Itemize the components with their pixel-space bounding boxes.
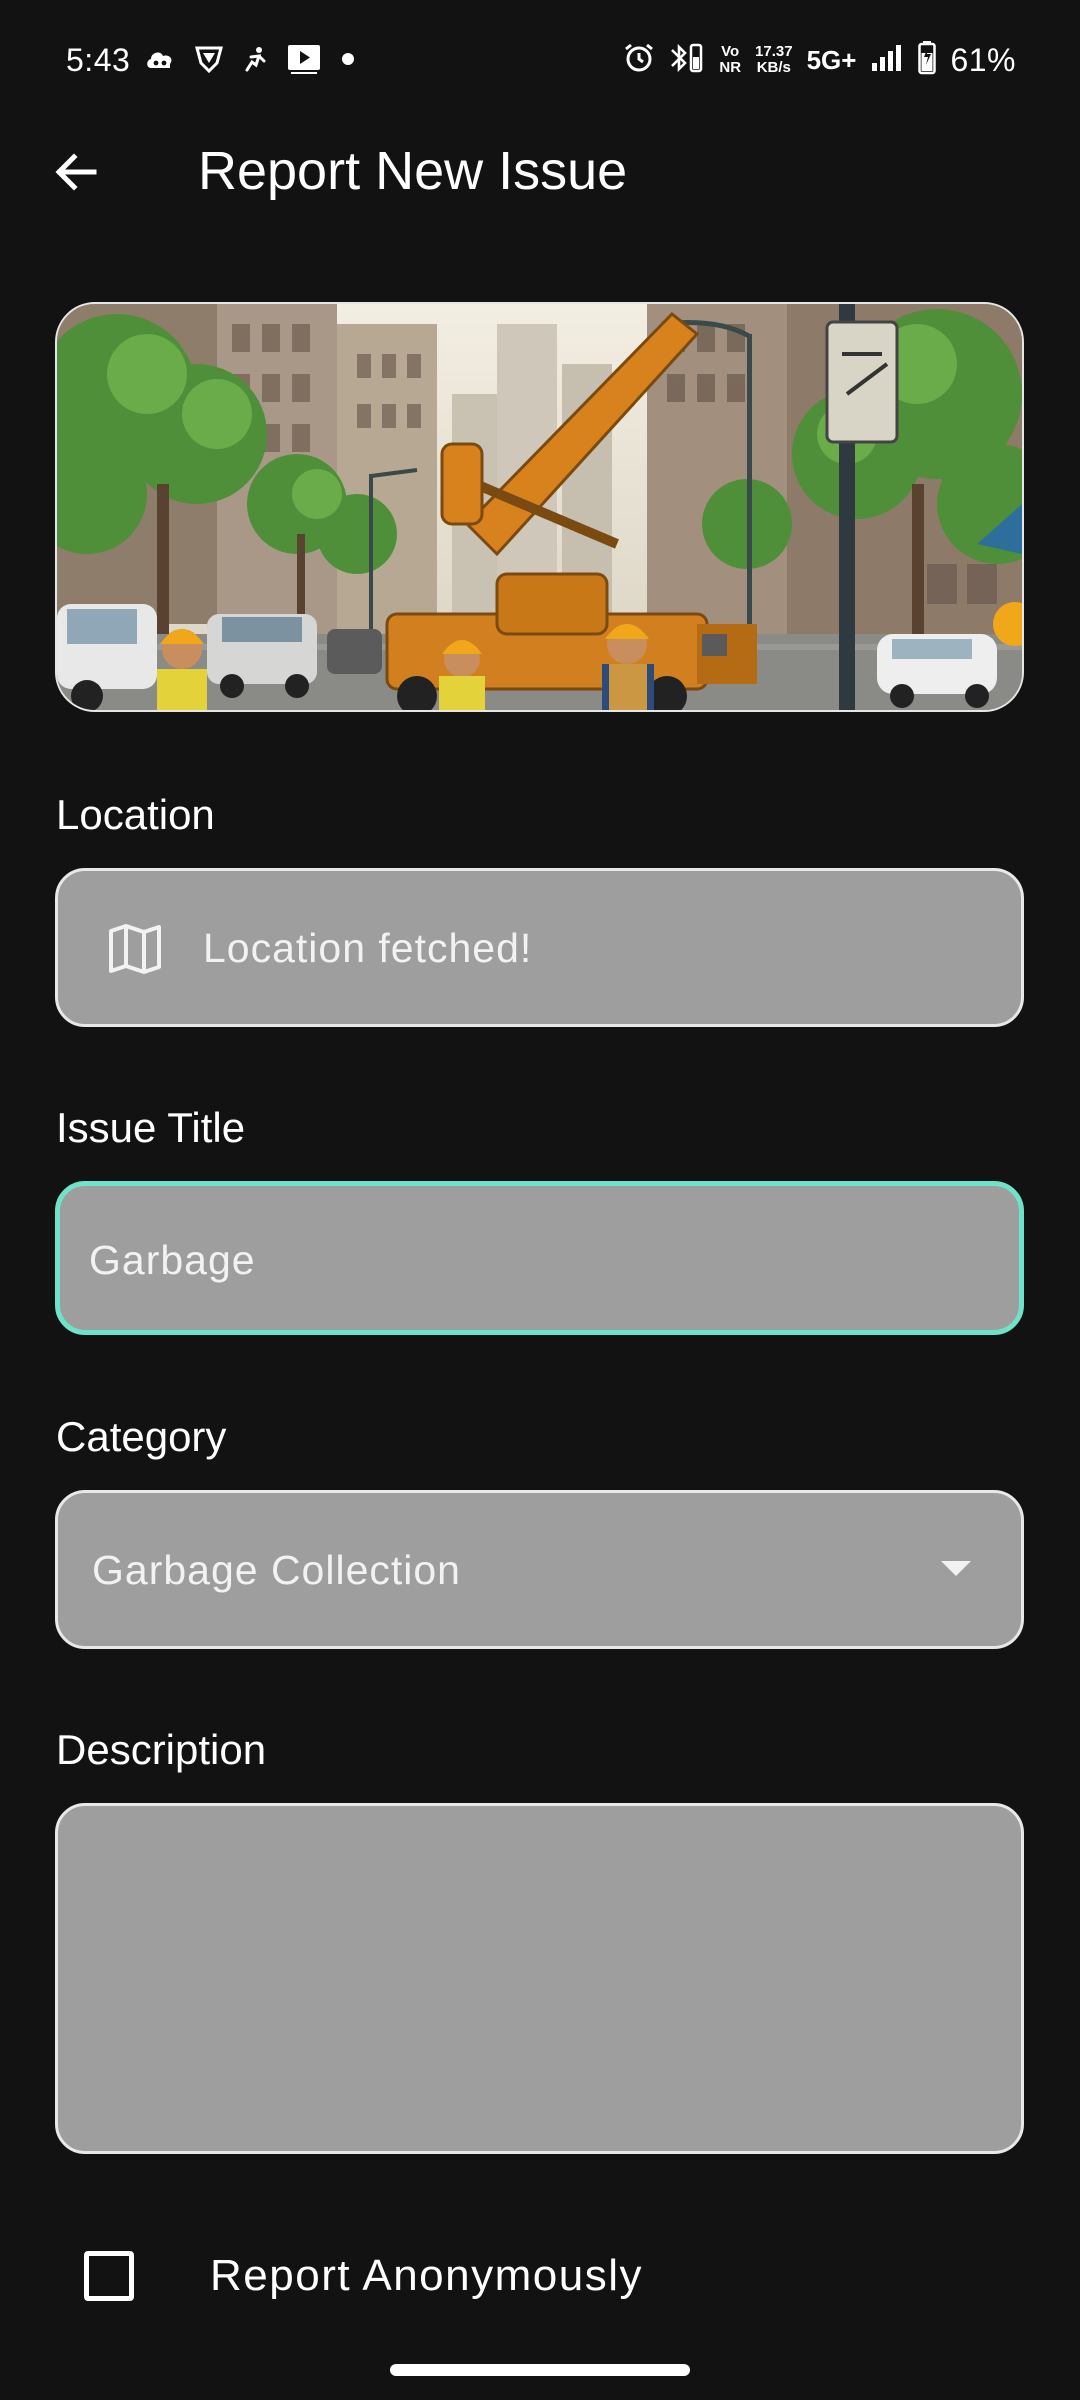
issue-title-input[interactable]: Garbage [55, 1181, 1024, 1335]
anonymous-label[interactable]: Report Anonymously [210, 2250, 643, 2302]
volte-indicator: Vo NR [719, 43, 742, 76]
map-icon [108, 923, 162, 980]
issue-title-label: Issue Title [56, 1104, 246, 1151]
network-type: 5G+ [806, 44, 857, 75]
dropdown-arrow-icon [941, 1561, 971, 1582]
battery-percent: 61% [950, 41, 1016, 78]
category-value: Garbage Collection [92, 1547, 461, 1593]
location-value: Location fetched! [203, 925, 533, 971]
anonymous-checkbox[interactable] [84, 2251, 134, 2301]
signal-icon [870, 43, 904, 78]
home-indicator[interactable] [390, 2364, 690, 2376]
alarm-icon [623, 42, 655, 79]
status-notification-icons [145, 44, 355, 78]
description-label: Description [56, 1726, 267, 1773]
bluetooth-battery-icon [669, 41, 705, 80]
cloud-game-icon [145, 46, 175, 77]
activity-icon [243, 46, 267, 77]
category-label: Category [56, 1413, 227, 1460]
location-field[interactable]: Location fetched! [55, 868, 1024, 1027]
page-title: Report New Issue [198, 141, 628, 201]
media-play-icon [287, 44, 321, 79]
network-speed: 17.37 KB/s [755, 43, 793, 76]
battery-icon [918, 40, 937, 80]
vpn-shield-icon [195, 45, 223, 78]
notification-dot-icon [341, 52, 355, 71]
status-time: 5:43 [66, 42, 131, 78]
hero-illustration [55, 302, 1024, 712]
issue-title-value: Garbage [89, 1237, 256, 1283]
app-bar: Report New Issue [0, 120, 1080, 220]
status-system-icons: Vo NR 17.37 KB/s 5G+ 61% [623, 38, 1016, 82]
status-bar: 5:43 Vo NR 17.37 KB/s 5G+ 61% [0, 0, 1080, 120]
back-button[interactable] [48, 144, 104, 200]
description-textarea[interactable] [55, 1803, 1024, 2154]
arrow-back-icon [55, 153, 97, 191]
location-label: Location [56, 791, 215, 838]
category-dropdown[interactable]: Garbage Collection [55, 1490, 1024, 1649]
